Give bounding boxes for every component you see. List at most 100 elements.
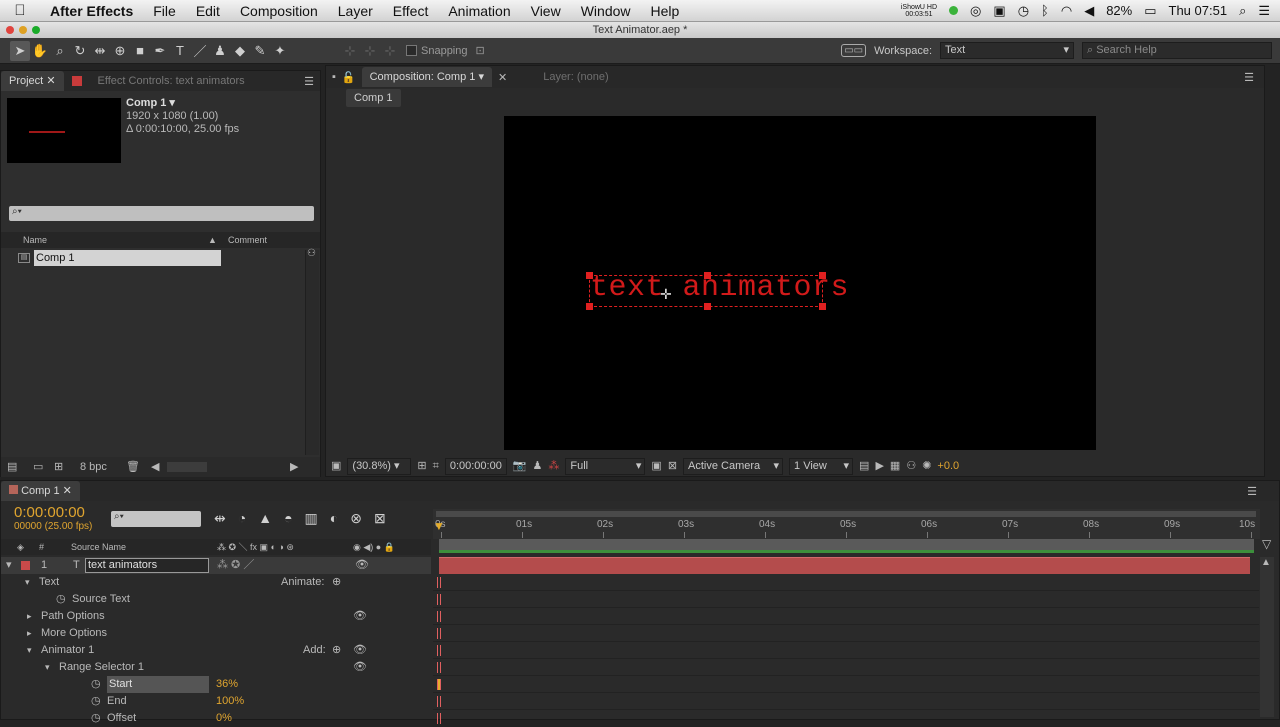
keyframe-indicator-icon[interactable] bbox=[437, 577, 441, 588]
property-track[interactable] bbox=[433, 624, 1259, 625]
hide-shy-layers-icon[interactable]: ◓ bbox=[284, 510, 292, 527]
wifi-icon[interactable]: ◠ bbox=[1061, 3, 1072, 19]
property-row[interactable]: ▸ More Options bbox=[1, 625, 431, 642]
lock-icon[interactable]: 🔓 bbox=[342, 71, 356, 84]
project-item-comp[interactable]: ▤ Comp 1 bbox=[1, 250, 305, 267]
grid-icon[interactable]: ⊞ bbox=[417, 457, 426, 475]
menu-view[interactable]: View bbox=[521, 3, 571, 19]
channel-icon[interactable]: ⁂ bbox=[548, 457, 559, 475]
workspace-icon[interactable]: ▭▭ bbox=[841, 44, 867, 57]
label-column-icon[interactable]: ◈ bbox=[17, 539, 24, 555]
menu-edit[interactable]: Edit bbox=[186, 3, 230, 19]
comp-viewer-canvas[interactable]: text animators ✛ bbox=[504, 116, 1096, 450]
column-comment[interactable]: Comment bbox=[228, 232, 267, 248]
av-features-icon[interactable]: ◉ ◀) ● 🔒 bbox=[353, 539, 395, 555]
mask-tool-icon[interactable]: ■ bbox=[130, 41, 150, 61]
clock[interactable]: Thu 07:51 bbox=[1169, 3, 1228, 18]
minimize-window-icon[interactable] bbox=[19, 26, 27, 34]
stopwatch-icon[interactable]: ◷ bbox=[91, 693, 101, 710]
visibility-icon[interactable]: 👁 bbox=[353, 642, 367, 659]
comp-name[interactable]: Comp 1 ▾ bbox=[126, 97, 239, 110]
property-track[interactable] bbox=[433, 641, 1259, 642]
world-axis-icon[interactable]: ⊹ bbox=[360, 41, 380, 61]
property-value[interactable]: 0% bbox=[216, 710, 232, 727]
battery-percent[interactable]: 82% bbox=[1106, 3, 1132, 18]
zoom-in-icon[interactable]: ▲ bbox=[1261, 557, 1271, 568]
expand-arrow-icon[interactable]: ▸ bbox=[27, 608, 32, 625]
layer-row[interactable]: ▾ 1 T text animators ⁂ ✪ ／ 👁 bbox=[1, 557, 431, 574]
menu-effect[interactable]: Effect bbox=[383, 3, 439, 19]
bluetooth-icon[interactable]: ᛒ bbox=[1041, 3, 1049, 18]
time-ruler[interactable]: 0s 01s 02s 03s 04s 05s 06s 07s 08s 09s 10s ▼ bbox=[433, 509, 1260, 539]
panel-menu-icon[interactable]: ☰ bbox=[304, 75, 320, 88]
lock-icon[interactable] bbox=[71, 76, 82, 86]
app-menu[interactable]: After Effects bbox=[40, 3, 143, 19]
close-tab-icon[interactable]: ✕ bbox=[46, 75, 55, 87]
flowchart-icon[interactable]: ⚇ bbox=[307, 248, 316, 259]
graph-editor-icon[interactable]: ⊠ bbox=[374, 510, 386, 527]
project-item-name[interactable]: Comp 1 bbox=[34, 250, 221, 266]
property-track[interactable] bbox=[433, 607, 1259, 608]
flowchart-icon[interactable]: ⚇ bbox=[906, 457, 916, 475]
motion-blur-icon[interactable]: ◐ bbox=[330, 510, 338, 527]
snapping-checkbox[interactable] bbox=[406, 45, 417, 56]
menu-composition[interactable]: Composition bbox=[230, 3, 328, 19]
tab-project[interactable]: Project ✕ bbox=[1, 71, 64, 91]
project-search-input[interactable]: ⌕▾ bbox=[9, 206, 314, 221]
expand-arrow-icon[interactable]: ▾ bbox=[25, 574, 30, 591]
workspace-select[interactable]: Text ▾ bbox=[940, 42, 1074, 59]
comp-breadcrumb[interactable]: Comp 1 bbox=[346, 89, 401, 107]
property-row[interactable]: ▾ Text Animate: ⊕ bbox=[1, 574, 431, 591]
property-track[interactable] bbox=[433, 709, 1259, 710]
stopwatch-icon[interactable]: ◷ bbox=[91, 676, 101, 693]
axis-mode-icon[interactable]: ⊹ bbox=[340, 41, 360, 61]
close-tab-icon[interactable]: ✕ bbox=[63, 485, 72, 497]
scroll-left-icon[interactable]: ◀ bbox=[151, 457, 159, 477]
hand-tool-icon[interactable]: ✋ bbox=[30, 41, 50, 61]
tab-effect-controls[interactable]: Effect Controls: text animators bbox=[90, 71, 253, 91]
close-window-icon[interactable] bbox=[6, 26, 14, 34]
panel-grip-icon[interactable]: ▪ bbox=[326, 71, 342, 83]
handle-icon[interactable] bbox=[704, 272, 711, 279]
brainstorm-icon[interactable]: ⊗ bbox=[350, 510, 362, 527]
keyframe-indicator-icon[interactable] bbox=[437, 696, 441, 707]
battery-icon[interactable]: ▭ bbox=[1144, 3, 1156, 19]
new-comp-icon[interactable]: ⊞ bbox=[54, 457, 63, 477]
roto-brush-tool-icon[interactable]: ✎ bbox=[250, 41, 270, 61]
timeline-scrollbar[interactable]: ▲ bbox=[1260, 557, 1274, 717]
interpret-footage-icon[interactable]: ▤ bbox=[7, 457, 17, 477]
keyframe-indicator-icon[interactable] bbox=[437, 713, 441, 724]
switches-icon[interactable]: ⁂ ✪ ＼ fx ▣ ◐ ◑ ⊛ bbox=[217, 539, 294, 555]
keyframe-indicator-icon[interactable] bbox=[437, 679, 441, 690]
rotation-tool-icon[interactable]: ↻ bbox=[70, 41, 90, 61]
property-extra[interactable]: Add: bbox=[303, 642, 326, 659]
tab-composition[interactable]: Composition: Comp 1 ▾ bbox=[361, 67, 492, 87]
type-tool-icon[interactable]: T bbox=[170, 41, 190, 61]
layer-tab[interactable]: Layer: (none) bbox=[543, 71, 608, 83]
keyframe-indicator-icon[interactable] bbox=[437, 645, 441, 656]
frame-blending-icon[interactable]: ▥ bbox=[305, 510, 318, 527]
clone-stamp-tool-icon[interactable]: ♟ bbox=[210, 41, 230, 61]
property-track[interactable] bbox=[433, 675, 1259, 676]
horizontal-scrollbar[interactable] bbox=[167, 462, 207, 472]
property-row[interactable]: ▸ Path Options 👁 bbox=[1, 608, 431, 625]
handle-icon[interactable] bbox=[704, 303, 711, 310]
show-snapshot-icon[interactable]: ♟ bbox=[533, 457, 543, 475]
menu-help[interactable]: Help bbox=[641, 3, 690, 19]
apple-menu-icon[interactable]:  bbox=[0, 2, 40, 19]
expand-arrow-icon[interactable]: ▾ bbox=[45, 659, 50, 676]
panel-menu-icon[interactable]: ☰ bbox=[1244, 71, 1264, 84]
pen-tool-icon[interactable]: ✒ bbox=[150, 41, 170, 61]
transparency-grid-icon[interactable]: ⊠ bbox=[668, 457, 677, 475]
menu-window[interactable]: Window bbox=[571, 3, 641, 19]
layer-switches-icon[interactable]: ⁂ ✪ ／ bbox=[217, 557, 254, 574]
mini-flowchart-icon[interactable]: ⇹ bbox=[214, 510, 226, 527]
snap-options-icon[interactable]: ⊡ bbox=[476, 44, 485, 57]
showu-status[interactable]: iShowU HD 00:03:51 bbox=[901, 4, 937, 18]
always-preview-icon[interactable]: ▣ bbox=[331, 457, 341, 475]
add-menu-icon[interactable]: ⊕ bbox=[332, 574, 341, 591]
layer-name-field[interactable]: text animators bbox=[85, 558, 209, 573]
property-value[interactable]: 36% bbox=[216, 676, 238, 693]
add-menu-icon[interactable]: ⊕ bbox=[332, 642, 341, 659]
zoom-tool-icon[interactable]: ⌕ bbox=[50, 41, 70, 61]
